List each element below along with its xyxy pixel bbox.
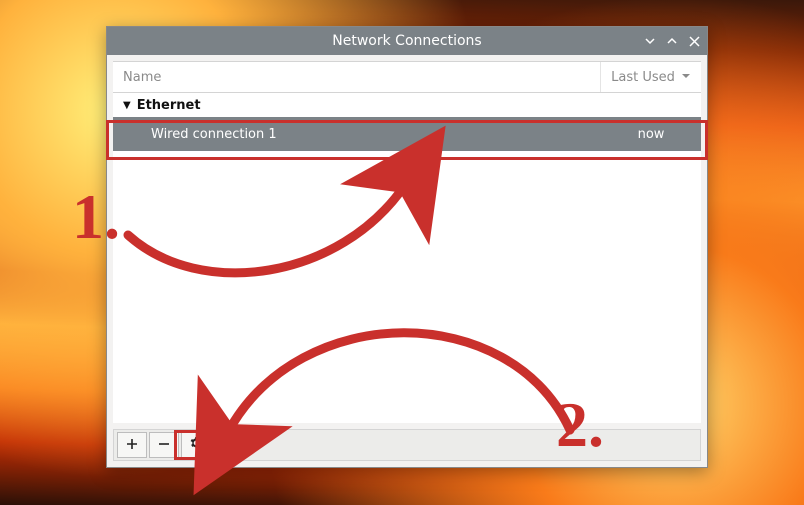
- group-ethernet[interactable]: ▼ Ethernet: [113, 93, 701, 117]
- column-last-used-header[interactable]: Last Used: [601, 62, 701, 92]
- group-label: Ethernet: [137, 98, 201, 113]
- annotation-highlight-row: [106, 120, 708, 160]
- close-icon[interactable]: [687, 34, 701, 48]
- window-content: Name Last Used ▼ Ethernet Wired connecti…: [107, 55, 707, 467]
- annotation-highlight-gear: [174, 430, 206, 460]
- add-button[interactable]: [117, 432, 147, 458]
- plus-icon: [126, 436, 138, 454]
- column-name-header[interactable]: Name: [113, 62, 601, 92]
- sort-desc-icon: [681, 70, 691, 85]
- disclosure-triangle-icon[interactable]: ▼: [123, 100, 131, 111]
- desktop-background: Network Connections Name Last Used: [0, 0, 804, 505]
- window-titlebar: Network Connections: [107, 27, 707, 55]
- window-title: Network Connections: [332, 33, 481, 49]
- network-connections-window: Network Connections Name Last Used: [106, 26, 708, 468]
- column-headers: Name Last Used: [113, 61, 701, 93]
- minus-icon: [158, 436, 170, 454]
- maximize-icon[interactable]: [665, 34, 679, 48]
- minimize-icon[interactable]: [643, 34, 657, 48]
- column-name-label: Name: [123, 70, 161, 85]
- titlebar-controls: [643, 27, 701, 55]
- column-last-used-label: Last Used: [611, 70, 675, 85]
